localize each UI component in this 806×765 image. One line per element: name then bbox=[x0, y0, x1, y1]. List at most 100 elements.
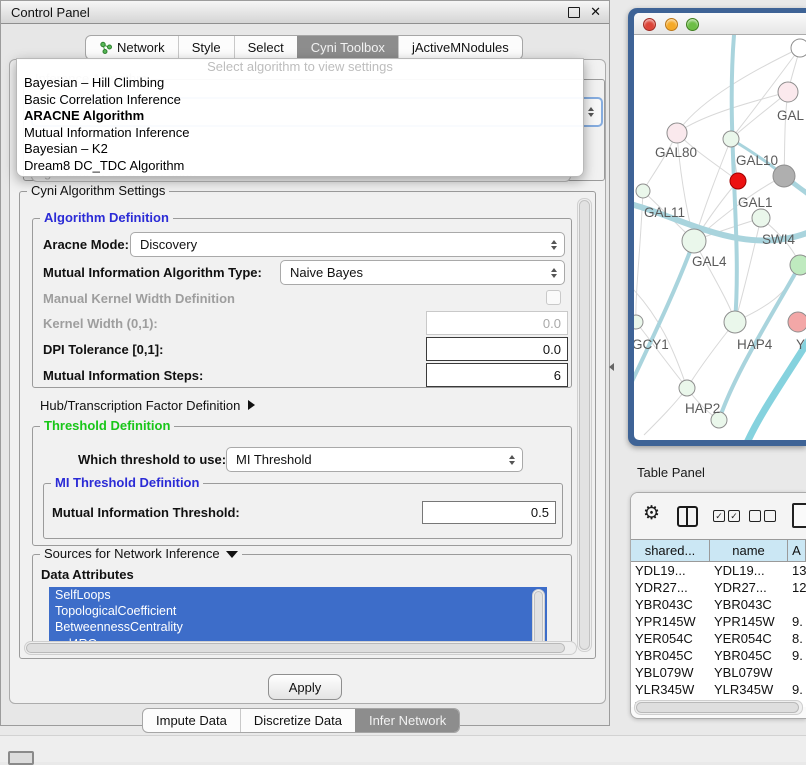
list-item[interactable]: SelfLoops bbox=[49, 587, 547, 603]
threshold-definition-group: Threshold Definition Which threshold to … bbox=[32, 426, 572, 546]
node-label: HAP2 bbox=[685, 401, 720, 416]
mi-steps-field[interactable]: 6 bbox=[426, 363, 568, 387]
table-row[interactable]: YBR045CYBR045C9. bbox=[631, 647, 806, 664]
sources-title[interactable]: Sources for Network Inference bbox=[40, 546, 242, 562]
tab-impute-data[interactable]: Impute Data bbox=[143, 709, 240, 732]
node-hap2 bbox=[679, 380, 695, 396]
node-salmon bbox=[788, 312, 806, 332]
node-label: GAL4 bbox=[692, 254, 727, 269]
select-all-rows-icon[interactable]: ✓✓ bbox=[713, 510, 743, 525]
dpi-tolerance-field[interactable]: 0.0 bbox=[426, 337, 568, 361]
collapsed-arrow-icon bbox=[248, 400, 255, 410]
table-panel-title: Table Panel bbox=[637, 465, 705, 480]
control-panel-titlebar: Control Panel ✕ bbox=[1, 1, 609, 24]
table-header-row: shared... name A bbox=[631, 539, 806, 562]
which-threshold-label: Which threshold to use: bbox=[78, 452, 226, 467]
table-row[interactable]: YBR043CYBR043C bbox=[631, 596, 806, 613]
tab-jactivemnodules[interactable]: jActiveMNodules bbox=[398, 36, 522, 59]
settings-horizontal-scrollbar[interactable] bbox=[24, 641, 577, 655]
popup-item-bayesian-hill-climbing[interactable]: Bayesian – Hill Climbing bbox=[17, 75, 583, 92]
tab-cyni-toolbox[interactable]: Cyni Toolbox bbox=[297, 36, 398, 59]
close-icon[interactable]: ✕ bbox=[590, 7, 601, 17]
popup-item-aracne[interactable]: ARACNE Algorithm bbox=[17, 108, 583, 125]
page-icon[interactable] bbox=[792, 503, 806, 528]
tab-infer-network[interactable]: Infer Network bbox=[355, 709, 459, 732]
network-canvas[interactable]: GAL GAL80 GAL10 GAL11 GAL1 SWI4 GAL4 GCY… bbox=[634, 35, 806, 440]
tab-style[interactable]: Style bbox=[178, 36, 234, 59]
which-threshold-combo[interactable]: MI Threshold bbox=[226, 447, 523, 472]
popup-item-mutual-information[interactable]: Mutual Information Inference bbox=[17, 125, 583, 142]
gear-icon[interactable]: ⚙ bbox=[643, 502, 660, 524]
column-header-shared-name[interactable]: shared... bbox=[631, 540, 710, 561]
mi-steps-label: Mutual Information Steps: bbox=[43, 368, 203, 383]
table-row[interactable]: YPR145WYPR145W9. bbox=[631, 613, 806, 630]
kernel-width-label: Kernel Width (0,1): bbox=[43, 316, 158, 331]
node-gcy1 bbox=[634, 315, 643, 329]
network-view-window: GAL GAL80 GAL10 GAL11 GAL1 SWI4 GAL4 GCY… bbox=[628, 8, 806, 446]
table-row[interactable]: YER054CYER054C8. bbox=[631, 630, 806, 647]
zoom-traffic-light-icon[interactable] bbox=[686, 18, 699, 31]
popup-placeholder: Select algorithm to view settings bbox=[17, 59, 583, 75]
bottom-left-widget[interactable] bbox=[8, 751, 34, 765]
list-item[interactable]: BetweennessCentrality bbox=[49, 619, 547, 635]
column-header-partial[interactable]: A bbox=[788, 540, 806, 561]
popup-item-dream8[interactable]: Dream8 DC_TDC Algorithm bbox=[17, 158, 583, 175]
mi-threshold-field[interactable]: 0.5 bbox=[422, 501, 556, 524]
splitter-collapse-icon[interactable] bbox=[609, 363, 614, 371]
dpi-tolerance-label: DPI Tolerance [0,1]: bbox=[43, 342, 163, 357]
bottom-strip bbox=[0, 736, 806, 762]
node bbox=[790, 255, 806, 275]
table-toolbar: ⚙ ✓✓ bbox=[631, 493, 806, 539]
close-traffic-light-icon[interactable] bbox=[643, 18, 656, 31]
sources-group: Sources for Network Inference Data Attri… bbox=[32, 554, 572, 654]
popup-item-bayesian-k2[interactable]: Bayesian – K2 bbox=[17, 141, 583, 158]
network-icon bbox=[99, 41, 112, 54]
kernel-width-field[interactable]: 0.0 bbox=[426, 311, 568, 335]
apply-button[interactable]: Apply bbox=[268, 674, 342, 700]
table-row[interactable]: YDL19...YDL19...13 bbox=[631, 562, 806, 579]
node-label: HAP4 bbox=[737, 337, 773, 352]
node-selected-red bbox=[730, 173, 746, 189]
data-attributes-label: Data Attributes bbox=[41, 567, 134, 582]
popup-item-basic-correlation[interactable]: Basic Correlation Inference bbox=[17, 92, 583, 109]
combo-spinner-icon bbox=[551, 240, 557, 250]
manual-kernel-checkbox[interactable] bbox=[546, 290, 561, 305]
table-horizontal-scrollbar[interactable] bbox=[634, 700, 803, 715]
deselect-all-rows-icon[interactable] bbox=[749, 510, 779, 525]
cyni-algorithm-settings-group: Cyni Algorithm Settings Algorithm Defini… bbox=[19, 191, 596, 659]
table-row[interactable]: YDR27...YDR27...12 bbox=[631, 579, 806, 596]
combo-spinner-icon bbox=[509, 455, 515, 465]
node-label: GAL bbox=[777, 108, 805, 123]
tab-discretize-data[interactable]: Discretize Data bbox=[240, 709, 355, 732]
minimize-traffic-light-icon[interactable] bbox=[665, 18, 678, 31]
mi-algorithm-type-combo[interactable]: Naive Bayes bbox=[280, 260, 565, 285]
aracne-mode-combo[interactable]: Discovery bbox=[130, 232, 565, 257]
float-window-icon[interactable] bbox=[568, 7, 580, 18]
list-item[interactable]: TopologicalCoefficient bbox=[49, 603, 547, 619]
node-gal80 bbox=[667, 123, 687, 143]
column-header-name[interactable]: name bbox=[710, 540, 788, 561]
node bbox=[778, 82, 798, 102]
node-label: SWI4 bbox=[762, 232, 795, 247]
aracne-mode-label: Aracne Mode: bbox=[43, 237, 129, 252]
node-label: GAL11 bbox=[644, 205, 685, 220]
columns-icon[interactable] bbox=[677, 506, 698, 527]
settings-vertical-scrollbar[interactable] bbox=[577, 198, 592, 652]
node-label: GAL1 bbox=[738, 195, 773, 210]
algorithm-dropdown-popup: Select algorithm to view settings Bayesi… bbox=[16, 58, 584, 177]
hub-factor-expander[interactable]: Hub/Transcription Factor Definition bbox=[40, 398, 255, 413]
manual-kernel-label: Manual Kernel Width Definition bbox=[43, 291, 235, 306]
network-labels: GAL GAL80 GAL10 GAL11 GAL1 SWI4 GAL4 GCY… bbox=[634, 108, 805, 416]
mi-threshold-label: Mutual Information Threshold: bbox=[52, 505, 240, 520]
table-row[interactable]: YBL079WYBL079W bbox=[631, 664, 806, 681]
node-gal11 bbox=[636, 184, 650, 198]
node bbox=[791, 39, 806, 57]
node-label: Y bbox=[796, 337, 805, 352]
table-row[interactable]: YLR345WYLR345W9. bbox=[631, 681, 806, 698]
expanded-arrow-icon bbox=[226, 551, 238, 558]
tab-network[interactable]: Network bbox=[86, 36, 178, 59]
tab-select[interactable]: Select bbox=[234, 36, 297, 59]
control-panel-window: Control Panel ✕ Network Style Select Cyn… bbox=[0, 0, 610, 726]
combo-spinner-icon bbox=[551, 268, 557, 278]
algorithm-definition-group: Algorithm Definition Aracne Mode: Discov… bbox=[32, 218, 572, 388]
